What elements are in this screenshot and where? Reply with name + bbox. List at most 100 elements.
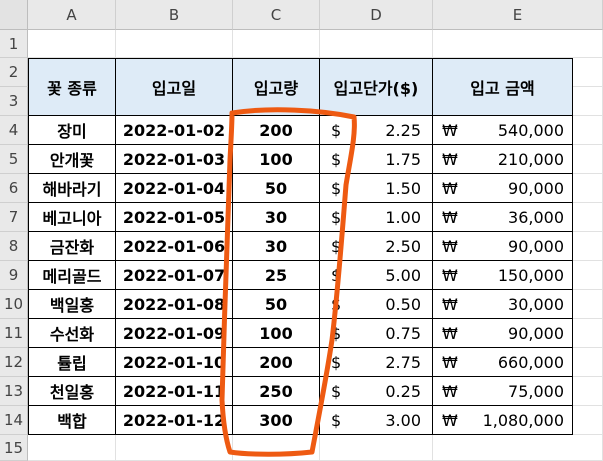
date-cell[interactable]: 2022-01-08: [116, 290, 233, 319]
header-date[interactable]: 입고일: [116, 58, 233, 116]
cell[interactable]: [233, 30, 320, 58]
amount-cell[interactable]: ₩30,000: [433, 290, 573, 319]
row-header-5[interactable]: 5: [0, 145, 28, 174]
flower-name-cell[interactable]: 안개꽃: [28, 145, 116, 174]
header-amount[interactable]: 입고 금액: [433, 58, 573, 116]
spreadsheet[interactable]: A B C D E 1 2 3 4 5 6 7 8 9 10 11 12 13 14 15 꽃 종류 입고일 입고량 입고단가…: [0, 0, 603, 461]
date-cell[interactable]: 2022-01-02: [116, 116, 233, 145]
cell[interactable]: [28, 435, 116, 461]
flower-name-cell[interactable]: 장미: [28, 116, 116, 145]
flower-name-cell[interactable]: 튤립: [28, 348, 116, 377]
quantity-cell[interactable]: 250: [233, 377, 320, 406]
quantity-cell[interactable]: 200: [233, 116, 320, 145]
row-header-13[interactable]: 13: [0, 377, 28, 406]
row-header-14[interactable]: 14: [0, 406, 28, 435]
quantity-cell[interactable]: 50: [233, 174, 320, 203]
cell[interactable]: [573, 406, 603, 435]
cell[interactable]: [320, 30, 433, 58]
cell[interactable]: [28, 30, 116, 58]
flower-name-cell[interactable]: 메리골드: [28, 261, 116, 290]
date-cell[interactable]: 2022-01-06: [116, 232, 233, 261]
cell[interactable]: [573, 261, 603, 290]
date-cell[interactable]: 2022-01-04: [116, 174, 233, 203]
select-all-corner[interactable]: [0, 0, 28, 30]
quantity-cell[interactable]: 30: [233, 232, 320, 261]
amount-cell[interactable]: ₩1,080,000: [433, 406, 573, 435]
cell[interactable]: [573, 87, 603, 116]
header-flower-type[interactable]: 꽃 종류: [28, 58, 116, 116]
cell[interactable]: [573, 319, 603, 348]
quantity-cell[interactable]: 30: [233, 203, 320, 232]
column-header-d[interactable]: D: [320, 0, 433, 30]
cell[interactable]: [573, 116, 603, 145]
amount-cell[interactable]: ₩75,000: [433, 377, 573, 406]
row-header-6[interactable]: 6: [0, 174, 28, 203]
column-header-b[interactable]: B: [116, 0, 233, 30]
quantity-cell[interactable]: 100: [233, 319, 320, 348]
unit-price-cell[interactable]: $3.00: [320, 406, 433, 435]
quantity-cell[interactable]: 100: [233, 145, 320, 174]
cell[interactable]: [573, 290, 603, 319]
cell[interactable]: [320, 435, 433, 461]
date-cell[interactable]: 2022-01-03: [116, 145, 233, 174]
row-header-10[interactable]: 10: [0, 290, 28, 319]
cell[interactable]: [116, 30, 233, 58]
unit-price-cell[interactable]: $0.50: [320, 290, 433, 319]
quantity-cell[interactable]: 200: [233, 348, 320, 377]
column-header-c[interactable]: C: [233, 0, 320, 30]
unit-price-cell[interactable]: $2.25: [320, 116, 433, 145]
date-cell[interactable]: 2022-01-11: [116, 377, 233, 406]
amount-cell[interactable]: ₩150,000: [433, 261, 573, 290]
date-cell[interactable]: 2022-01-12: [116, 406, 233, 435]
date-cell[interactable]: 2022-01-09: [116, 319, 233, 348]
unit-price-cell[interactable]: $0.75: [320, 319, 433, 348]
amount-cell[interactable]: ₩90,000: [433, 319, 573, 348]
row-header-12[interactable]: 12: [0, 348, 28, 377]
cell[interactable]: [433, 435, 603, 461]
cell[interactable]: [433, 30, 603, 58]
date-cell[interactable]: 2022-01-05: [116, 203, 233, 232]
row-header-4[interactable]: 4: [0, 116, 28, 145]
quantity-cell[interactable]: 300: [233, 406, 320, 435]
flower-name-cell[interactable]: 해바라기: [28, 174, 116, 203]
row-header-2[interactable]: 2: [0, 58, 28, 87]
cell[interactable]: [573, 203, 603, 232]
flower-name-cell[interactable]: 천일홍: [28, 377, 116, 406]
cell[interactable]: [573, 348, 603, 377]
cell[interactable]: [573, 232, 603, 261]
unit-price-cell[interactable]: $1.50: [320, 174, 433, 203]
unit-price-cell[interactable]: $0.25: [320, 377, 433, 406]
amount-cell[interactable]: ₩90,000: [433, 232, 573, 261]
cell[interactable]: [233, 435, 320, 461]
flower-name-cell[interactable]: 백일홍: [28, 290, 116, 319]
row-header-1[interactable]: 1: [0, 30, 28, 58]
column-header-a[interactable]: A: [28, 0, 116, 30]
row-header-15[interactable]: 15: [0, 435, 28, 461]
cell[interactable]: [573, 58, 603, 87]
cell[interactable]: [116, 435, 233, 461]
row-header-7[interactable]: 7: [0, 203, 28, 232]
amount-cell[interactable]: ₩540,000: [433, 116, 573, 145]
amount-cell[interactable]: ₩660,000: [433, 348, 573, 377]
quantity-cell[interactable]: 25: [233, 261, 320, 290]
quantity-cell[interactable]: 50: [233, 290, 320, 319]
cell[interactable]: [573, 145, 603, 174]
unit-price-cell[interactable]: $2.50: [320, 232, 433, 261]
unit-price-cell[interactable]: $1.75: [320, 145, 433, 174]
flower-name-cell[interactable]: 백합: [28, 406, 116, 435]
row-header-3[interactable]: 3: [0, 87, 28, 116]
flower-name-cell[interactable]: 베고니아: [28, 203, 116, 232]
row-header-8[interactable]: 8: [0, 232, 28, 261]
amount-cell[interactable]: ₩36,000: [433, 203, 573, 232]
cell[interactable]: [573, 377, 603, 406]
row-header-9[interactable]: 9: [0, 261, 28, 290]
date-cell[interactable]: 2022-01-07: [116, 261, 233, 290]
amount-cell[interactable]: ₩210,000: [433, 145, 573, 174]
cell[interactable]: [573, 174, 603, 203]
flower-name-cell[interactable]: 금잔화: [28, 232, 116, 261]
header-quantity[interactable]: 입고량: [233, 58, 320, 116]
unit-price-cell[interactable]: $1.00: [320, 203, 433, 232]
unit-price-cell[interactable]: $2.75: [320, 348, 433, 377]
unit-price-cell[interactable]: $5.00: [320, 261, 433, 290]
column-header-e[interactable]: E: [433, 0, 603, 30]
